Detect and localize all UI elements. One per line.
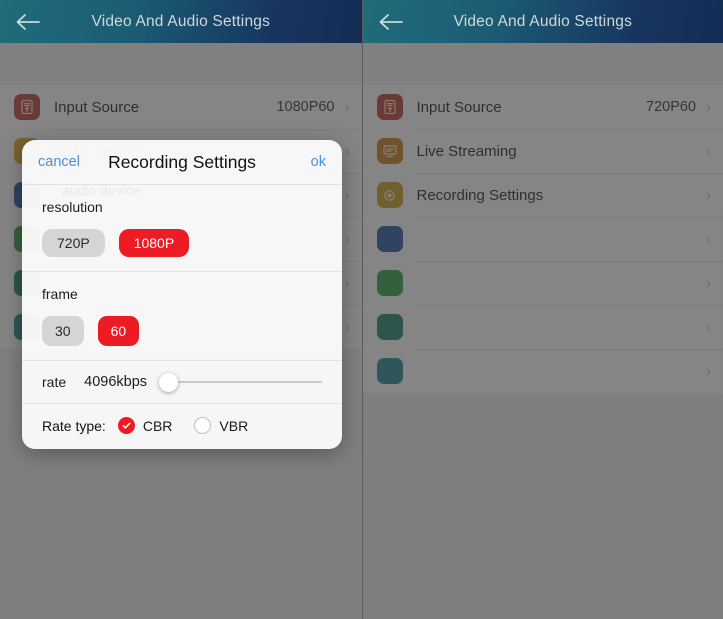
slider-thumb[interactable]	[159, 372, 179, 392]
right-panel: Video And Audio Settings Input Source 72…	[361, 0, 723, 619]
rate-type-option-cbr[interactable]: CBR	[117, 417, 173, 434]
rate-type-option-vbr[interactable]: VBR	[194, 417, 248, 434]
resolution-option-1080p[interactable]: 1080P	[118, 229, 190, 257]
cancel-button[interactable]: cancel	[38, 154, 80, 170]
dialog-header: cancel Recording Settings ok	[22, 140, 342, 185]
slider-track	[169, 381, 322, 383]
right-dim-overlay[interactable]	[362, 43, 723, 619]
ok-button[interactable]: ok	[311, 154, 326, 170]
frame-options: 30 60	[42, 316, 322, 346]
resolution-option-720p[interactable]: 720P	[42, 229, 105, 257]
page-title: Video And Audio Settings	[91, 12, 271, 30]
resolution-options: 720P 1080P	[42, 229, 322, 257]
rate-slider[interactable]	[159, 372, 322, 392]
back-icon[interactable]	[8, 0, 48, 43]
rate-type-label: Rate type:	[42, 417, 106, 434]
frame-section: frame 30 60	[22, 272, 342, 361]
rate-label: rate	[42, 374, 67, 390]
rate-section: rate 4096kbps	[22, 361, 342, 404]
rate-type-label-vbr: VBR	[219, 417, 249, 434]
left-panel: Video And Audio Settings Input Source 10…	[0, 0, 362, 619]
rate-type-section: Rate type: CBR VBR	[22, 404, 342, 449]
radio-checked-icon	[117, 417, 135, 434]
resolution-label: resolution	[42, 199, 103, 215]
frame-label: frame	[42, 286, 78, 302]
rate-type-label-cbr: CBR	[142, 417, 173, 434]
page-title: Video And Audio Settings	[453, 12, 633, 30]
radio-unchecked-icon	[194, 417, 212, 434]
left-appbar: Video And Audio Settings	[0, 0, 362, 43]
app-screen: Video And Audio Settings Input Source 10…	[0, 0, 723, 619]
back-icon[interactable]	[371, 0, 411, 43]
rate-value: 4096kbps	[84, 374, 148, 390]
right-appbar: Video And Audio Settings	[362, 0, 723, 43]
resolution-section: resolution 720P 1080P	[22, 185, 342, 272]
frame-option-60[interactable]: 60	[97, 316, 140, 346]
frame-option-30[interactable]: 30	[42, 316, 84, 346]
recording-settings-dialog: cancel Recording Settings ok resolution …	[22, 140, 342, 449]
